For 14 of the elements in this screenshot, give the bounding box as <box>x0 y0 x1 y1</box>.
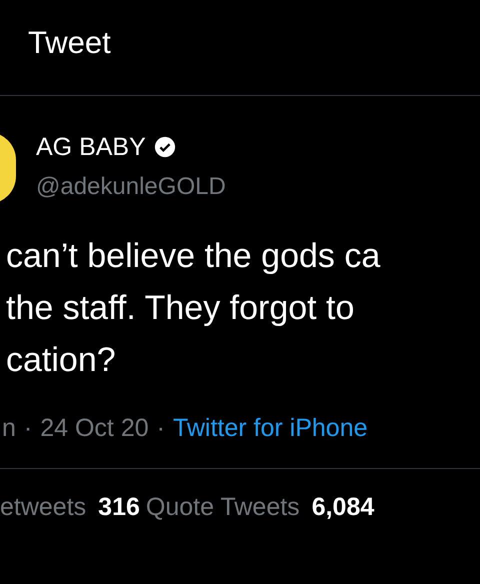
tweet-text: can’t believe the gods ca <box>5 236 382 277</box>
stat-link[interactable]: 316 Quote Tweets <box>98 488 300 526</box>
page-title: Tweet <box>28 24 111 62</box>
author-handle[interactable]: @adekunleGOLD <box>36 170 226 204</box>
separator-dot: · <box>24 413 32 444</box>
stat-link[interactable]: etweets <box>0 488 86 526</box>
tweet-time: n <box>2 413 16 444</box>
separator-dot: · <box>156 413 165 444</box>
tweet-text: cation? <box>5 340 117 381</box>
tweet-date: 24 Oct 20 <box>40 413 149 444</box>
tweet-text: the staff. They forgot to <box>5 288 356 329</box>
source-link[interactable]: Twitter for iPhone <box>172 410 368 448</box>
stat-link[interactable]: 6,084 <box>312 488 374 526</box>
author-name: AG BABY <box>36 132 146 162</box>
